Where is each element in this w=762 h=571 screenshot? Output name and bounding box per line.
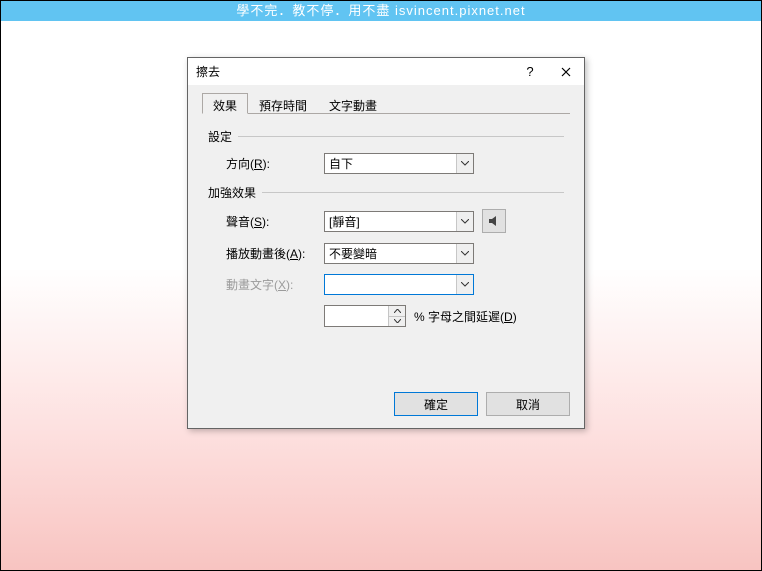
close-icon bbox=[561, 67, 571, 77]
after-animation-combo[interactable]: 不要變暗 bbox=[324, 243, 474, 264]
close-button[interactable] bbox=[548, 58, 584, 86]
direction-label: 方向(R): bbox=[226, 155, 324, 172]
delay-spin-up[interactable] bbox=[389, 306, 405, 317]
animate-text-combo[interactable] bbox=[324, 274, 474, 295]
chevron-down-icon bbox=[461, 161, 469, 166]
delay-spin-down[interactable] bbox=[389, 317, 405, 327]
chevron-down-icon bbox=[461, 282, 469, 287]
delay-value[interactable] bbox=[325, 306, 388, 326]
effect-options-dialog: 擦去 ? 效果 預存時間 文字動畫 設定 方向(R): bbox=[187, 57, 585, 429]
tab-effect[interactable]: 效果 bbox=[202, 93, 248, 114]
animate-text-label: 動畫文字(X): bbox=[226, 276, 324, 293]
tab-timing[interactable]: 預存時間 bbox=[248, 93, 318, 114]
group-enhance: 加強效果 bbox=[208, 184, 564, 201]
direction-dropdown-button[interactable] bbox=[456, 154, 473, 173]
chevron-down-icon bbox=[461, 251, 469, 256]
dialog-title: 擦去 bbox=[196, 63, 512, 80]
delay-label: % 字母之間延遲(D) bbox=[414, 308, 517, 325]
delay-spinner[interactable] bbox=[324, 305, 406, 327]
direction-combo[interactable]: 自下 bbox=[324, 153, 474, 174]
sound-combo[interactable]: [靜音] bbox=[324, 211, 474, 232]
chevron-up-icon bbox=[394, 309, 401, 313]
tab-text-animation[interactable]: 文字動畫 bbox=[318, 93, 388, 114]
group-settings: 設定 bbox=[208, 128, 564, 145]
after-animation-label: 播放動畫後(A): bbox=[226, 245, 324, 262]
sound-dropdown-button[interactable] bbox=[456, 212, 473, 231]
dialog-titlebar[interactable]: 擦去 ? bbox=[188, 58, 584, 86]
page-banner: 學不完．教不停．用不盡 isvincent.pixnet.net bbox=[1, 1, 761, 21]
speaker-icon bbox=[487, 214, 501, 228]
ok-button[interactable]: 確定 bbox=[394, 392, 478, 416]
workspace-background: 擦去 ? 效果 預存時間 文字動畫 設定 方向(R): bbox=[1, 21, 761, 570]
animtext-dropdown-button[interactable] bbox=[456, 275, 473, 294]
sound-preview-button[interactable] bbox=[482, 209, 506, 233]
cancel-button[interactable]: 取消 bbox=[486, 392, 570, 416]
direction-value: 自下 bbox=[325, 155, 456, 172]
chevron-down-icon bbox=[394, 319, 401, 323]
tab-strip: 效果 預存時間 文字動畫 bbox=[202, 92, 570, 114]
after-dropdown-button[interactable] bbox=[456, 244, 473, 263]
after-animation-value: 不要變暗 bbox=[325, 245, 456, 262]
sound-label: 聲音(S): bbox=[226, 213, 324, 230]
help-button[interactable]: ? bbox=[512, 58, 548, 86]
sound-value: [靜音] bbox=[325, 213, 456, 230]
chevron-down-icon bbox=[461, 219, 469, 224]
